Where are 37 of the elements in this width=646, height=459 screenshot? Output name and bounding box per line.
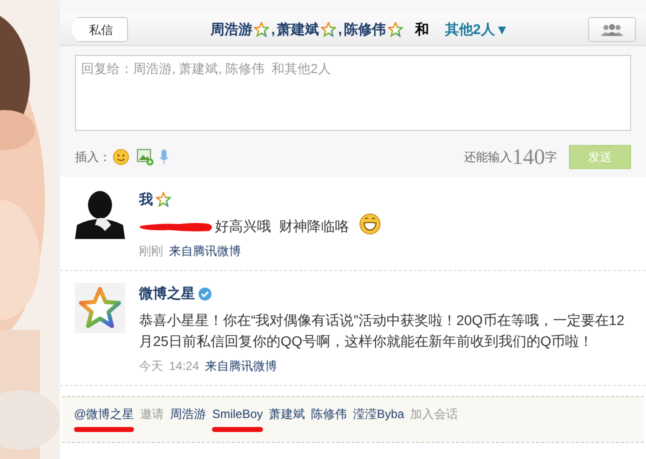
member-name[interactable]: 萧建斌 [268,405,305,423]
member-name[interactable]: 周浩游 [170,405,206,423]
message-text: 恭喜小星星！你在“我对偶像有话说”活动中获奖啦！20Q币在等哦，一定要在12月25日前私信回复你的QQ号啊，这样你就能在新年前收到我们的Q币啦！ [139,311,626,351]
participant-name[interactable]: 萧建斌 [277,19,320,40]
group-button[interactable] [588,17,636,42]
author-name[interactable]: 微博之星 [139,283,195,304]
people-icon [601,24,623,36]
character-counter: 140 [512,146,545,168]
source-link[interactable]: 来自腾讯微博 [205,357,278,375]
smiley-icon[interactable] [113,149,129,165]
back-button[interactable]: 私信 [70,17,128,42]
participant-name[interactable]: 陈修伟 [344,19,386,40]
star-avatar[interactable] [75,283,125,333]
author-name[interactable]: 我 [139,189,153,210]
member-name[interactable]: 滢滢Byba [352,405,404,423]
member-name[interactable]: 陈修伟 [310,405,347,423]
separator: , [271,20,276,39]
others-dropdown[interactable]: 其他2人 ▾ [445,19,506,40]
counter-label: 还能输入 [464,149,512,166]
star-icon [321,22,336,37]
separator: , [338,20,342,39]
member-name[interactable]: SmileBoy [212,405,263,423]
participant-name[interactable]: 周浩游 [210,19,252,40]
message-time: 14:24 [169,358,200,375]
star-icon [254,22,270,37]
star-icon [388,22,404,37]
message-text: 好高兴哦 财神降临咯 [215,217,349,236]
reply-field[interactable]: 回复给：周浩游, 萧建斌, 陈修伟 和其他2人 [75,55,631,131]
insert-label: 插入： [75,149,111,166]
conjunction: 和 [415,20,430,39]
message-date: 今天 [139,358,163,375]
image-add-icon[interactable] [137,148,154,166]
counter-unit: 字 [545,149,557,166]
avatar-silhouette[interactable] [75,189,125,239]
source-link[interactable]: 来自腾讯微博 [169,242,241,260]
mention-link[interactable]: @微博之星 [74,405,134,423]
message-time: 刚刚 [139,243,163,260]
